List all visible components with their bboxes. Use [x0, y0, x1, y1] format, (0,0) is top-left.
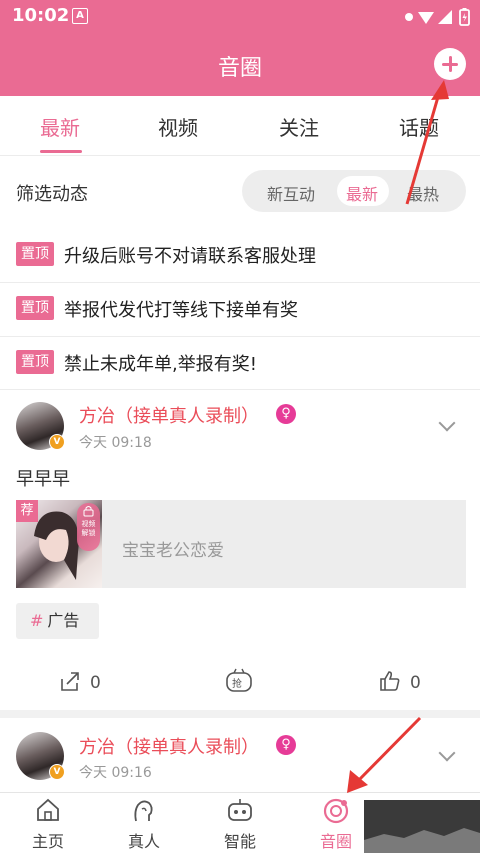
arrow-to-add-button — [405, 80, 449, 205]
annotation-arrows — [347, 80, 449, 793]
arrow-to-nav-circle — [347, 716, 422, 793]
